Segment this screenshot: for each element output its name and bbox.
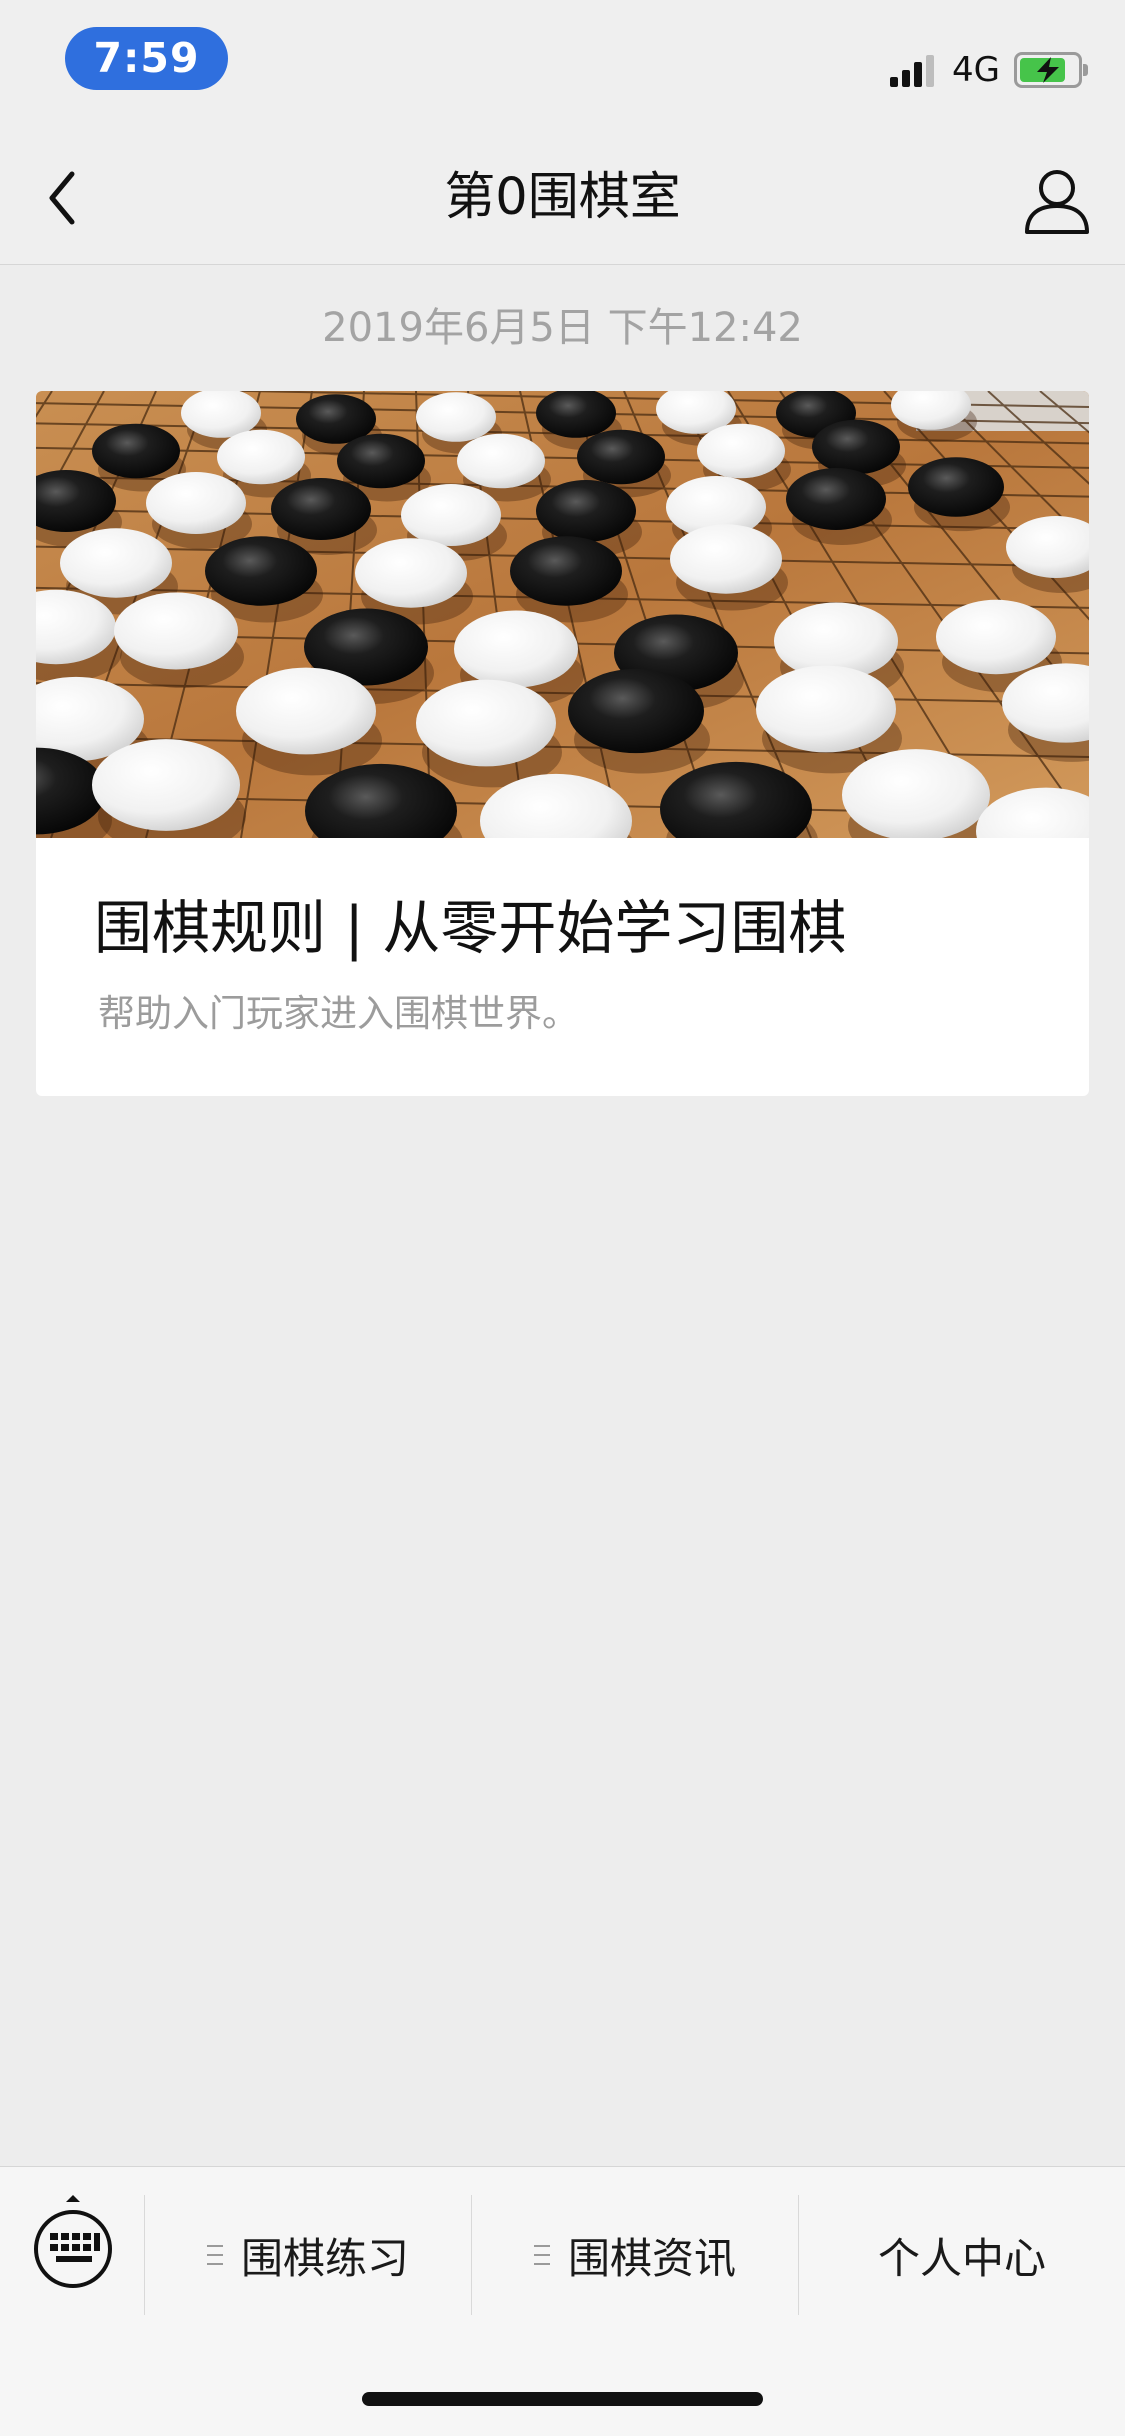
profile-button[interactable]	[1017, 160, 1097, 240]
status-time[interactable]: 7:59	[65, 27, 228, 90]
battery-icon	[1014, 52, 1088, 88]
article-title: 围棋规则 | 从零开始学习围棋	[94, 894, 847, 962]
home-indicator[interactable]	[362, 2392, 763, 2406]
charging-bolt-icon	[1037, 57, 1059, 83]
go-board-photo	[36, 391, 1089, 838]
nav-bar: 第0围棋室	[0, 132, 1125, 265]
chat-screen: 7:59 4G 第0围棋室 2019年6月5日 下午12:42 围棋规则 | 从…	[0, 0, 1125, 2436]
menu-item-personal-center[interactable]: 个人中心	[799, 2195, 1125, 2315]
article-description: 帮助入门玩家进入围棋世界。	[98, 992, 579, 1035]
signal-icon	[890, 54, 938, 87]
back-button[interactable]	[28, 160, 104, 236]
user-icon	[1025, 170, 1089, 234]
page-title: 第0围棋室	[444, 168, 681, 227]
menu-item-label: 围棋资讯	[567, 2233, 736, 2283]
chevron-left-icon	[49, 171, 75, 225]
menu-item-label: 个人中心	[877, 2233, 1046, 2283]
menu-item-go-news[interactable]: 围棋资讯	[472, 2195, 798, 2315]
status-indicators: 4G	[890, 48, 1088, 92]
network-type: 4G	[952, 50, 1000, 90]
submenu-lines-icon	[533, 2245, 550, 2265]
submenu-lines-icon	[206, 2245, 223, 2265]
status-bar: 7:59 4G	[0, 0, 1125, 132]
menu-item-label: 围棋练习	[240, 2233, 409, 2283]
menu-item-go-practice[interactable]: 围棋练习	[145, 2195, 471, 2315]
article-card[interactable]: 围棋规则 | 从零开始学习围棋 帮助入门玩家进入围棋世界。	[36, 391, 1089, 1096]
keyboard-icon	[34, 2195, 112, 2288]
message-timestamp: 2019年6月5日 下午12:42	[322, 305, 803, 351]
keyboard-toggle-button[interactable]	[28, 2193, 118, 2289]
